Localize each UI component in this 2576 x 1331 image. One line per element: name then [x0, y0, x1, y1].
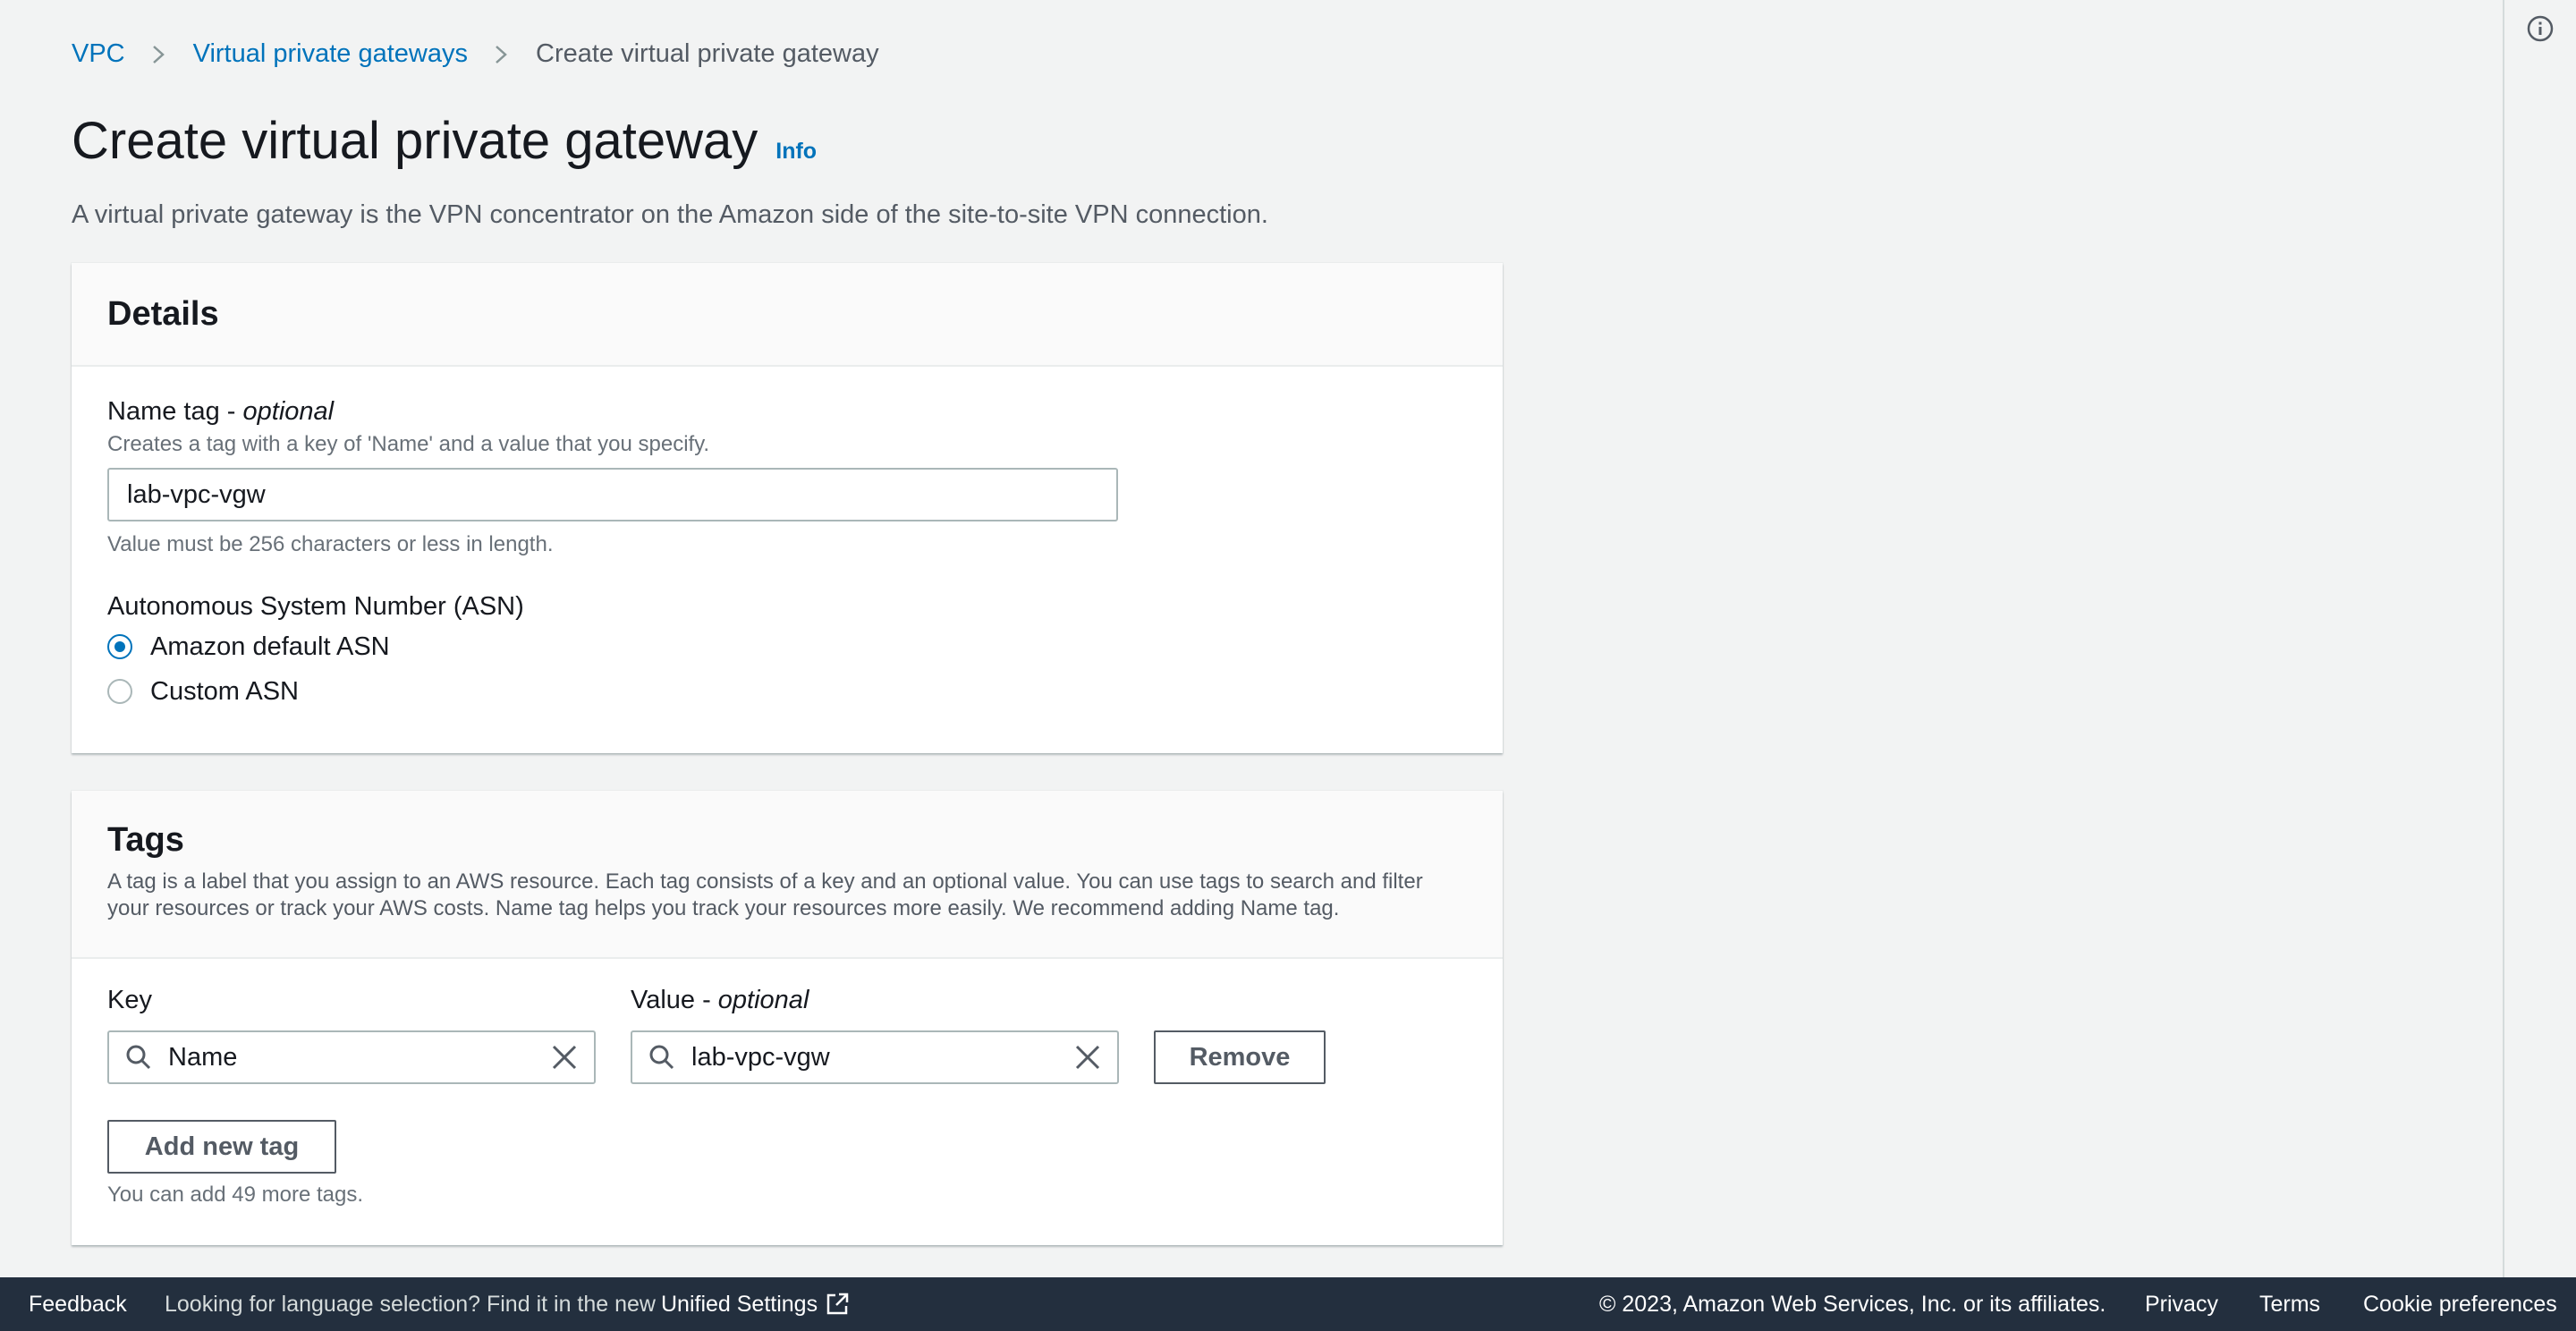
external-link-icon — [826, 1293, 849, 1315]
details-panel: Details Name tag - optional Creates a ta… — [72, 263, 1503, 753]
name-tag-input[interactable]: lab-vpc-vgw — [107, 468, 1118, 521]
chevron-right-icon — [496, 45, 507, 64]
right-tools-rail — [2503, 0, 2576, 1277]
breadcrumb: VPC Virtual private gateways Create virt… — [72, 39, 879, 69]
breadcrumb-vpc[interactable]: VPC — [72, 39, 125, 69]
tag-value-value: lab-vpc-vgw — [691, 1042, 830, 1072]
radio-custom-asn[interactable]: Custom ASN — [107, 674, 524, 709]
terms-link[interactable]: Terms — [2259, 1292, 2320, 1318]
tag-key-input[interactable]: Name — [107, 1030, 596, 1084]
tag-value-input[interactable]: lab-vpc-vgw — [631, 1030, 1119, 1084]
breadcrumb-current: Create virtual private gateway — [536, 39, 879, 68]
language-prompt-text: Looking for language selection? Find it … — [165, 1291, 656, 1317]
tags-title: Tags — [107, 821, 184, 859]
privacy-link[interactable]: Privacy — [2145, 1292, 2218, 1318]
tag-key-value: Name — [168, 1042, 238, 1072]
language-prompt: Looking for language selection? Find it … — [165, 1292, 850, 1318]
radio-button[interactable] — [107, 679, 132, 704]
tag-value-label: Value - optional — [631, 986, 809, 1014]
page-description: A virtual private gateway is the VPN con… — [72, 200, 1268, 229]
radio-label: Amazon default ASN — [150, 632, 390, 661]
tags-header: Tags A tag is a label that you assign to… — [72, 791, 1503, 959]
breadcrumb-virtual-private-gateways[interactable]: Virtual private gateways — [193, 39, 468, 69]
info-icon[interactable] — [2526, 14, 2555, 43]
cookie-preferences-link[interactable]: Cookie preferences — [2363, 1292, 2557, 1318]
tags-remaining: You can add 49 more tags. — [107, 1183, 363, 1207]
asn-field: Autonomous System Number (ASN) Amazon de… — [107, 592, 524, 709]
name-tag-field: Name tag - optional Creates a tag with a… — [107, 397, 1118, 557]
info-link[interactable]: Info — [775, 139, 817, 165]
unified-settings-link[interactable]: Unified Settings — [661, 1292, 818, 1318]
clear-icon[interactable] — [551, 1044, 578, 1071]
chevron-right-icon — [152, 45, 165, 64]
radio-amazon-default-asn[interactable]: Amazon default ASN — [107, 629, 524, 665]
search-icon — [126, 1045, 151, 1070]
tag-key-label: Key — [107, 986, 152, 1014]
name-tag-constraint: Value must be 256 characters or less in … — [107, 532, 554, 556]
add-new-tag-button[interactable]: Add new tag — [107, 1120, 336, 1174]
details-title: Details — [107, 294, 219, 333]
tags-description: A tag is a label that you assign to an A… — [107, 869, 1423, 920]
asn-label: Autonomous System Number (ASN) — [107, 592, 524, 621]
radio-label: Custom ASN — [150, 676, 299, 706]
clear-icon[interactable] — [1074, 1044, 1101, 1071]
feedback-link[interactable]: Feedback — [29, 1292, 127, 1318]
name-tag-description: Creates a tag with a key of 'Name' and a… — [107, 432, 710, 456]
name-tag-label: Name tag - optional — [107, 397, 335, 426]
copyright: © 2023, Amazon Web Services, Inc. or its… — [1599, 1291, 2106, 1317]
tags-panel: Tags A tag is a label that you assign to… — [72, 791, 1503, 1245]
search-icon — [649, 1045, 674, 1070]
page-title-text: Create virtual private gateway — [72, 112, 758, 170]
details-header: Details — [72, 263, 1503, 367]
footer: Feedback Looking for language selection?… — [0, 1277, 2576, 1331]
radio-button-selected[interactable] — [107, 634, 132, 659]
page-title: Create virtual private gateway Info — [72, 111, 817, 171]
remove-tag-button[interactable]: Remove — [1154, 1030, 1326, 1084]
